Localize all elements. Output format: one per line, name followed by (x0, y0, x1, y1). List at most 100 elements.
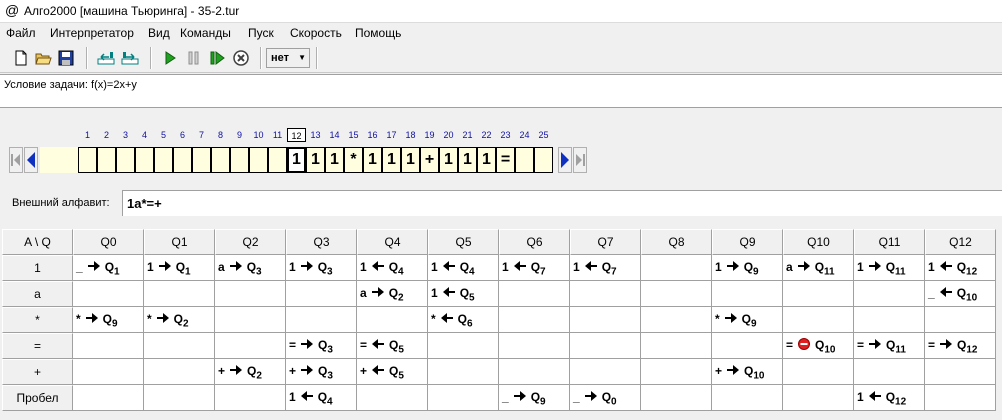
transition-cell[interactable] (641, 307, 712, 333)
tape-cell[interactable] (116, 147, 135, 173)
tape-scroll-first-button[interactable] (9, 147, 23, 173)
transition-cell[interactable] (144, 333, 215, 359)
tape-cell[interactable] (249, 147, 268, 173)
tape-cell[interactable] (173, 147, 192, 173)
transition-cell[interactable] (499, 359, 570, 385)
alphabet-field[interactable]: 1a*=+ (122, 190, 1002, 216)
tape-cell[interactable] (515, 147, 534, 173)
tape-cell[interactable] (135, 147, 154, 173)
tape-head-cell[interactable]: 1 (287, 147, 306, 173)
transition-cell[interactable]: = Q11 (854, 333, 925, 359)
transition-cell[interactable] (144, 281, 215, 307)
transition-cell[interactable]: _ Q9 (499, 385, 570, 411)
transition-cell[interactable] (854, 359, 925, 385)
transition-cell[interactable]: _ Q1 (73, 255, 144, 281)
transition-cell[interactable]: = Q12 (925, 333, 996, 359)
menu-speed[interactable]: Скорость (290, 26, 342, 40)
transition-cell[interactable] (73, 385, 144, 411)
condition-field[interactable]: Условие задачи: f(x)=2x+y (0, 74, 1002, 108)
transition-cell[interactable]: 1 Q12 (854, 385, 925, 411)
transition-cell[interactable] (286, 307, 357, 333)
pause-icon[interactable] (185, 49, 203, 67)
state-header[interactable]: Q12 (925, 229, 996, 255)
transition-cell[interactable] (925, 307, 996, 333)
tape-cell[interactable]: + (420, 147, 439, 173)
tape-cell[interactable]: 1 (401, 147, 420, 173)
transition-cell[interactable]: a Q11 (783, 255, 854, 281)
transition-cell[interactable] (73, 281, 144, 307)
state-header[interactable]: Q2 (215, 229, 286, 255)
transition-cell[interactable] (357, 385, 428, 411)
state-header[interactable]: Q11 (854, 229, 925, 255)
tape-cell[interactable]: 1 (306, 147, 325, 173)
tape-cell[interactable]: * (344, 147, 363, 173)
transition-cell[interactable] (73, 359, 144, 385)
transition-cell[interactable]: * Q2 (144, 307, 215, 333)
state-header[interactable]: Q4 (357, 229, 428, 255)
tape-cell[interactable] (534, 147, 553, 173)
transition-cell[interactable] (854, 307, 925, 333)
transition-cell[interactable] (73, 333, 144, 359)
transition-cell[interactable] (570, 333, 641, 359)
tape-cell[interactable] (192, 147, 211, 173)
transition-cell[interactable] (712, 281, 783, 307)
tape-scroll-last-button[interactable] (573, 147, 587, 173)
transition-cell[interactable] (854, 281, 925, 307)
tape-left-icon[interactable] (97, 49, 115, 67)
transition-cell[interactable]: 1 Q3 (286, 255, 357, 281)
transition-cell[interactable] (712, 385, 783, 411)
state-header[interactable]: Q6 (499, 229, 570, 255)
menu-view[interactable]: Вид (148, 26, 170, 40)
tape-cell[interactable] (211, 147, 230, 173)
tape-cell[interactable]: = (496, 147, 515, 173)
tape-cell[interactable] (230, 147, 249, 173)
transition-cell[interactable] (428, 333, 499, 359)
transition-cell[interactable] (641, 333, 712, 359)
transition-cell[interactable] (215, 385, 286, 411)
transition-cell[interactable] (144, 359, 215, 385)
tape-cell[interactable] (268, 147, 287, 173)
transition-cell[interactable]: 1 Q7 (570, 255, 641, 281)
transition-cell[interactable] (641, 359, 712, 385)
run-icon[interactable] (161, 49, 179, 67)
transition-cell[interactable]: * Q9 (73, 307, 144, 333)
transition-cell[interactable] (712, 333, 783, 359)
transition-cell[interactable] (570, 281, 641, 307)
menu-help[interactable]: Помощь (355, 26, 401, 40)
menu-interpreter[interactable]: Интерпретатор (50, 26, 134, 40)
transition-cell[interactable]: * Q9 (712, 307, 783, 333)
transition-cell[interactable] (215, 281, 286, 307)
state-header[interactable]: Q9 (712, 229, 783, 255)
transition-cell[interactable]: * Q6 (428, 307, 499, 333)
transition-cell[interactable] (570, 359, 641, 385)
state-header[interactable]: Q5 (428, 229, 499, 255)
tape-cell[interactable]: 1 (477, 147, 496, 173)
transition-cell[interactable]: + Q3 (286, 359, 357, 385)
state-header[interactable]: Q10 (783, 229, 854, 255)
transition-cell[interactable] (641, 255, 712, 281)
transition-cell[interactable] (641, 281, 712, 307)
transition-cell[interactable] (925, 359, 996, 385)
tape-cell[interactable] (154, 147, 173, 173)
transition-cell[interactable] (783, 307, 854, 333)
transition-cell[interactable]: 1 Q7 (499, 255, 570, 281)
tape-cell[interactable] (78, 147, 97, 173)
step-icon[interactable] (208, 49, 226, 67)
transition-cell[interactable] (641, 385, 712, 411)
transition-cell[interactable]: 1 Q4 (428, 255, 499, 281)
transition-cell[interactable]: 1 Q11 (854, 255, 925, 281)
transition-cell[interactable] (783, 385, 854, 411)
speed-dropdown[interactable]: нет ▼ (266, 48, 310, 68)
transition-cell[interactable] (925, 385, 996, 411)
transition-cell[interactable]: 1 Q4 (357, 255, 428, 281)
tape-cell[interactable]: 1 (439, 147, 458, 173)
tape-scroll-right-button[interactable] (558, 147, 572, 173)
transition-cell[interactable] (357, 307, 428, 333)
transition-cell[interactable] (286, 281, 357, 307)
transition-cell[interactable]: a Q3 (215, 255, 286, 281)
transition-cell[interactable]: = Q5 (357, 333, 428, 359)
transition-cell[interactable] (428, 359, 499, 385)
transition-cell[interactable] (499, 307, 570, 333)
transition-cell[interactable]: = Q10 (783, 333, 854, 359)
state-header[interactable]: Q3 (286, 229, 357, 255)
